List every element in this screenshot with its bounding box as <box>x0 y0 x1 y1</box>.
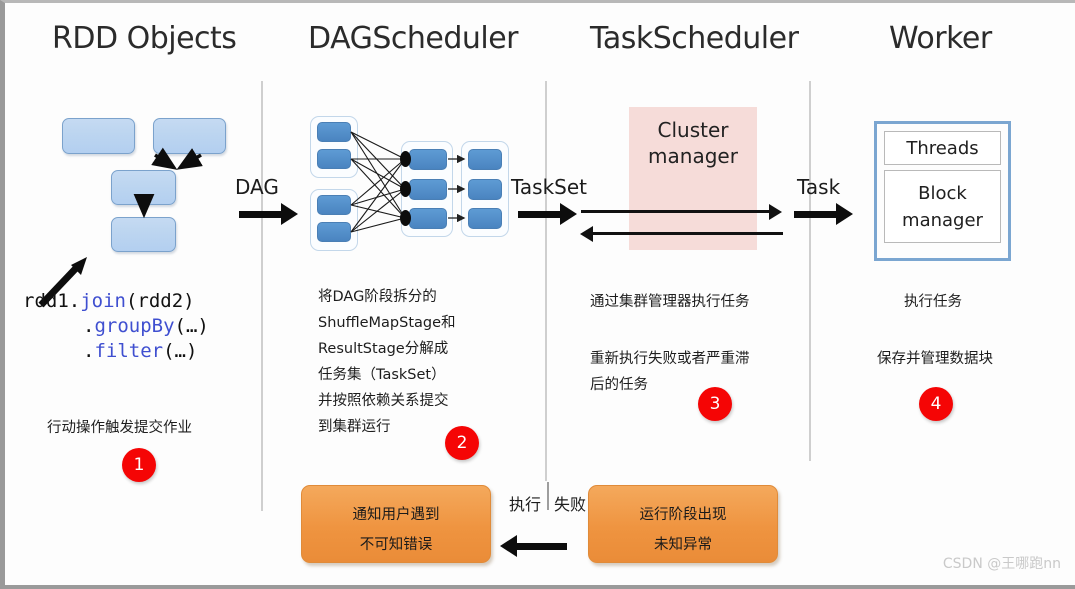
code-line-1: rdd1.join(rdd2) <box>23 290 195 312</box>
arrow-dag-head <box>281 203 298 225</box>
dag-description-line-4: 任务集（TaskSet） <box>318 367 446 383</box>
task-scheduler-description-line-2: 重新执行失败或者严重滞 <box>590 351 750 367</box>
column-divider-1 <box>261 81 263 511</box>
dag-description-line-3: ResultStage分解成 <box>318 341 449 357</box>
step-badge-2: 2 <box>445 426 479 460</box>
flow-label-dag: DAG <box>235 175 279 199</box>
arrow-cm-left-head <box>580 226 593 242</box>
task-scheduler-description-line-1: 通过集群管理器执行任务 <box>590 294 750 310</box>
dag-description-line-2: ShuffleMapStage和 <box>318 315 456 331</box>
flow-label-task: Task <box>797 175 841 199</box>
flow-label-taskset: TaskSet <box>511 175 588 199</box>
diagram-canvas: RDD Objects DAGScheduler TaskScheduler W… <box>0 0 1075 589</box>
step-badge-4: 4 <box>919 387 953 421</box>
arrow-cm-left-line <box>593 232 783 235</box>
execute-fail-separator <box>547 482 549 510</box>
code-line-3: .filter(…) <box>83 340 198 362</box>
worker-description-line-1: 执行任务 <box>904 294 962 310</box>
column-divider-3 <box>809 81 811 461</box>
cluster-manager-label: Cluster manager <box>648 118 738 168</box>
worker-block-manager-box: Block manager <box>884 170 1001 243</box>
rdd-description-line-1: 行动操作触发提交作业 <box>47 420 192 436</box>
worker-description-line-2: 保存并管理数据块 <box>877 351 993 367</box>
dag-shuffle-dot-1 <box>400 151 411 167</box>
column-header-dag-scheduler: DAGScheduler <box>308 21 519 56</box>
task-scheduler-description-line-3: 后的任务 <box>590 377 648 393</box>
watermark: CSDN @王哪跑nn <box>942 556 1061 572</box>
error-box-unknown-exception: 运行阶段出现 未知异常 <box>588 485 778 563</box>
dag-description-line-5: 并按照依赖关系提交 <box>318 393 449 409</box>
dag-description-line-6: 到集群运行 <box>318 419 391 435</box>
dag-shuffle-dot-3 <box>400 210 411 226</box>
column-divider-2 <box>545 81 547 481</box>
column-header-rdd-objects: RDD Objects <box>52 21 237 56</box>
dag-description-line-1: 将DAG阶段拆分的 <box>318 289 437 305</box>
code-line-2: .groupBy(…) <box>83 315 209 337</box>
arrow-taskset-head <box>560 203 577 225</box>
step-badge-1: 1 <box>122 448 156 482</box>
arrow-dag-line <box>239 211 281 218</box>
arrow-cm-right-line <box>581 210 771 213</box>
arrow-cm-right-head <box>769 204 782 220</box>
flow-label-execute: 执行 <box>509 495 542 514</box>
dag-stage-graph <box>305 111 509 263</box>
arrow-failure-line <box>517 543 567 550</box>
rdd-code-snippet: rdd1.join(rdd2) .groupBy(…) .filter(…) <box>23 289 209 364</box>
cluster-manager-box: Cluster manager <box>629 107 757 250</box>
arrow-failure-head <box>500 535 517 557</box>
rdd-dependency-arrows <box>133 147 203 219</box>
worker-threads-box: Threads <box>884 131 1001 165</box>
arrow-task-line <box>794 211 836 218</box>
arrow-taskset-line <box>518 211 560 218</box>
dag-shuffle-dot-2 <box>400 181 411 197</box>
arrow-task-head <box>836 203 853 225</box>
worker-box: Threads Block manager <box>874 121 1011 261</box>
flow-label-fail: 失败 <box>554 495 587 514</box>
column-header-worker: Worker <box>889 21 992 56</box>
error-box-notify-user: 通知用户遇到 不可知错误 <box>301 485 491 563</box>
column-header-task-scheduler: TaskScheduler <box>590 21 799 56</box>
step-badge-3: 3 <box>698 387 732 421</box>
